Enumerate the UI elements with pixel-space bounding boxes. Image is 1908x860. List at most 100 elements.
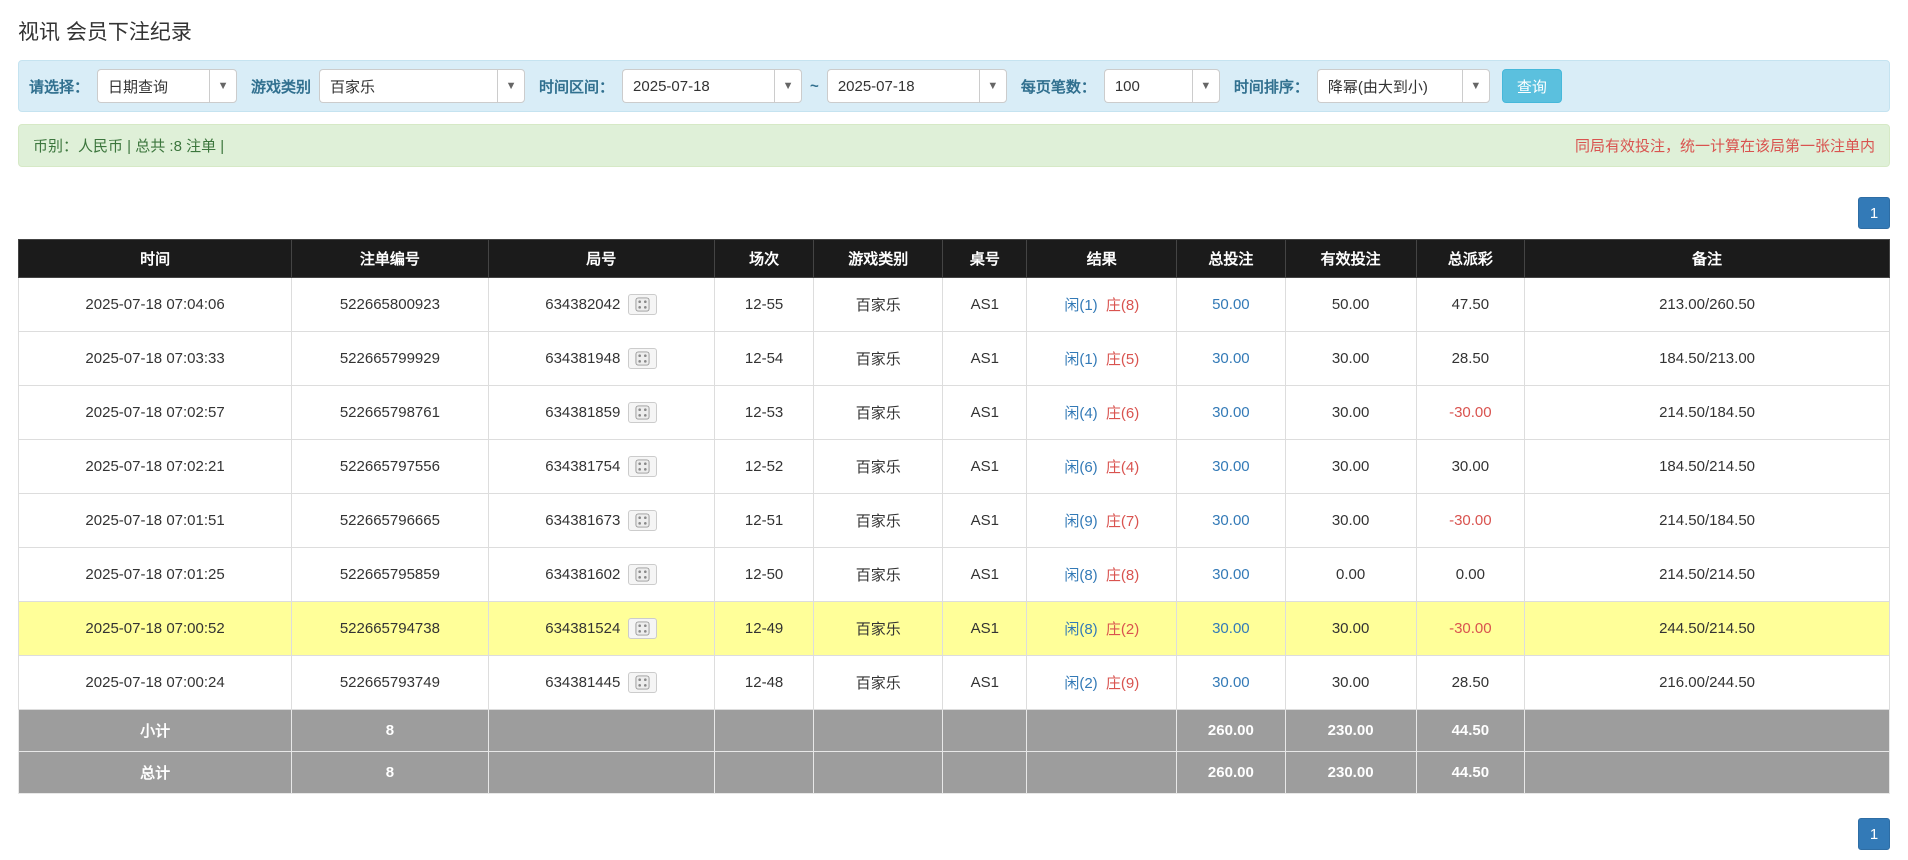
cell-note: 213.00/260.50 [1525, 278, 1890, 332]
table-footer: 小计 8 260.00 230.00 44.50 总计 8 2 [19, 710, 1890, 794]
cell-bet-id: 522665797556 [292, 440, 488, 494]
page-size-input[interactable] [1104, 69, 1192, 103]
header-table-no: 桌号 [943, 240, 1027, 278]
header-game-type: 游戏类别 [814, 240, 943, 278]
cell-result: 闲(4) 庄(6) [1027, 386, 1177, 440]
cell-round-id: 634381602 [488, 548, 714, 602]
cell-payout: -30.00 [1416, 602, 1525, 656]
dice-icon [634, 621, 651, 636]
query-type-caret-button[interactable]: ▼ [209, 69, 237, 103]
cell-game-type: 百家乐 [814, 440, 943, 494]
query-type-combo: ▼ [97, 69, 237, 103]
total-bet-link[interactable]: 30.00 [1212, 620, 1250, 637]
result-banker: 庄(8) [1106, 297, 1139, 314]
cell-time: 2025-07-18 07:00:24 [19, 656, 292, 710]
grand-total-row: 总计 8 260.00 230.00 44.50 [19, 752, 1890, 794]
subtotal-label: 小计 [19, 710, 292, 752]
total-bet-link[interactable]: 30.00 [1212, 566, 1250, 583]
header-session: 场次 [715, 240, 814, 278]
date-from-caret-button[interactable]: ▼ [774, 69, 802, 103]
sort-combo: ▼ [1317, 69, 1490, 103]
query-type-input[interactable] [97, 69, 209, 103]
cell-result: 闲(8) 庄(8) [1027, 548, 1177, 602]
cell-round-id: 634381673 [488, 494, 714, 548]
game-replay-button[interactable] [628, 294, 657, 315]
header-note: 备注 [1525, 240, 1890, 278]
total-bet-link[interactable]: 30.00 [1212, 674, 1250, 691]
date-to-caret-button[interactable]: ▼ [979, 69, 1007, 103]
cell-result: 闲(1) 庄(5) [1027, 332, 1177, 386]
result-player: 闲(8) [1064, 567, 1097, 584]
game-type-input[interactable] [319, 69, 497, 103]
chevron-down-icon: ▼ [218, 80, 229, 92]
result-player: 闲(6) [1064, 459, 1097, 476]
game-type-caret-button[interactable]: ▼ [497, 69, 525, 103]
game-replay-button[interactable] [628, 618, 657, 639]
cell-round-id: 634381445 [488, 656, 714, 710]
chevron-down-icon: ▼ [1470, 80, 1481, 92]
pagination-page-1[interactable]: 1 [1858, 818, 1890, 850]
cell-bet-id: 522665793749 [292, 656, 488, 710]
cell-time: 2025-07-18 07:02:21 [19, 440, 292, 494]
search-button[interactable]: 查询 [1502, 69, 1562, 103]
total-bet-link[interactable]: 30.00 [1212, 404, 1250, 421]
dice-icon [634, 567, 651, 582]
total-bet-link[interactable]: 30.00 [1212, 458, 1250, 475]
cell-payout: -30.00 [1416, 386, 1525, 440]
game-replay-button[interactable] [628, 672, 657, 693]
game-replay-button[interactable] [628, 402, 657, 423]
cell-session: 12-55 [715, 278, 814, 332]
cell-valid-bet: 30.00 [1285, 440, 1416, 494]
game-replay-button[interactable] [628, 564, 657, 585]
cell-note: 214.50/214.50 [1525, 548, 1890, 602]
dice-icon [634, 459, 651, 474]
sort-input[interactable] [1317, 69, 1462, 103]
cell-valid-bet: 30.00 [1285, 494, 1416, 548]
cell-table-no: AS1 [943, 602, 1027, 656]
sort-caret-button[interactable]: ▼ [1462, 69, 1490, 103]
date-from-input[interactable] [622, 69, 774, 103]
table-row: 2025-07-18 07:04:06 522665800923 6343820… [19, 278, 1890, 332]
cell-note: 214.50/184.50 [1525, 386, 1890, 440]
game-replay-button[interactable] [628, 348, 657, 369]
cell-valid-bet: 30.00 [1285, 656, 1416, 710]
round-id-text: 634381524 [545, 620, 620, 637]
game-replay-button[interactable] [628, 456, 657, 477]
round-id-text: 634381602 [545, 566, 620, 583]
cell-total-bet: 30.00 [1177, 548, 1286, 602]
round-id-text: 634381673 [545, 512, 620, 529]
table-row: 2025-07-18 07:01:51 522665796665 6343816… [19, 494, 1890, 548]
cell-result: 闲(8) 庄(2) [1027, 602, 1177, 656]
pagination-page-1[interactable]: 1 [1858, 197, 1890, 229]
cell-round-id: 634382042 [488, 278, 714, 332]
table-row: 2025-07-18 07:02:57 522665798761 6343818… [19, 386, 1890, 440]
game-replay-button[interactable] [628, 510, 657, 531]
sort-label: 时间排序： [1234, 76, 1309, 97]
cell-session: 12-53 [715, 386, 814, 440]
game-type-label: 游戏类别 [251, 76, 311, 97]
cell-result: 闲(9) 庄(7) [1027, 494, 1177, 548]
cell-game-type: 百家乐 [814, 386, 943, 440]
cell-time: 2025-07-18 07:01:51 [19, 494, 292, 548]
total-bet-link[interactable]: 30.00 [1212, 350, 1250, 367]
subtotal-payout: 44.50 [1416, 710, 1525, 752]
page-title: 视讯 会员下注纪录 [18, 0, 1890, 60]
table-row: 2025-07-18 07:00:52 522665794738 6343815… [19, 602, 1890, 656]
header-result: 结果 [1027, 240, 1177, 278]
dice-icon [634, 675, 651, 690]
header-valid-bet: 有效投注 [1285, 240, 1416, 278]
cell-bet-id: 522665799929 [292, 332, 488, 386]
cell-total-bet: 30.00 [1177, 602, 1286, 656]
chevron-down-icon: ▼ [987, 80, 998, 92]
total-bet-link[interactable]: 50.00 [1212, 296, 1250, 313]
cell-game-type: 百家乐 [814, 332, 943, 386]
cell-session: 12-54 [715, 332, 814, 386]
date-from-combo: ▼ [622, 69, 802, 103]
table-header: 时间 注单编号 局号 场次 游戏类别 桌号 结果 总投注 有效投注 总派彩 备注 [19, 240, 1890, 278]
cell-table-no: AS1 [943, 440, 1027, 494]
total-bet-link[interactable]: 30.00 [1212, 512, 1250, 529]
cell-table-no: AS1 [943, 494, 1027, 548]
cell-total-bet: 30.00 [1177, 494, 1286, 548]
page-size-caret-button[interactable]: ▼ [1192, 69, 1220, 103]
date-to-input[interactable] [827, 69, 979, 103]
